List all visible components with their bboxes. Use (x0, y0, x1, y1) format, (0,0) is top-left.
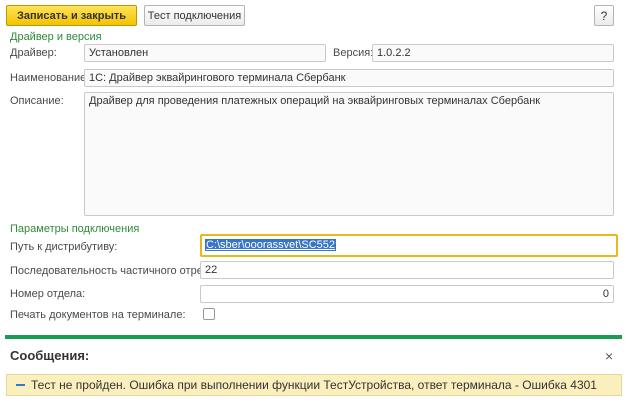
name-label: Наименование: (10, 72, 90, 84)
message-dash-icon (16, 384, 25, 386)
driver-field[interactable]: Установлен (84, 44, 326, 62)
save-and-close-button[interactable]: Записать и закрыть (6, 5, 137, 26)
close-icon[interactable]: × (605, 348, 613, 364)
partial-cut-label: Последовательность частичного отреза: (10, 265, 217, 277)
message-text: Тест не пройден. Ошибка при выполнении ф… (31, 378, 597, 392)
message-item[interactable]: Тест не пройден. Ошибка при выполнении ф… (6, 374, 622, 396)
messages-title: Сообщения: (10, 348, 90, 363)
help-button[interactable]: ? (594, 5, 614, 26)
description-label: Описание: (10, 95, 64, 107)
description-field[interactable]: Драйвер для проведения платежных операци… (84, 92, 614, 216)
partial-cut-input[interactable]: 22 (200, 261, 614, 279)
connection-section-title: Параметры подключения (10, 223, 140, 235)
test-connection-button[interactable]: Тест подключения (144, 5, 245, 26)
driver-section-title: Драйвер и версия (10, 31, 102, 43)
name-field[interactable]: 1С: Драйвер эквайрингового терминала Сбе… (84, 69, 614, 87)
print-on-terminal-checkbox[interactable] (203, 308, 215, 320)
path-input[interactable]: C:\sber\ooorassvet\SC552 (200, 234, 618, 257)
version-label: Версия: (333, 47, 374, 59)
print-on-terminal-label: Печать документов на терминале: (10, 309, 186, 321)
department-label: Номер отдела: (10, 288, 86, 300)
messages-divider (5, 335, 622, 339)
path-selected-text: C:\sber\ooorassvet\SC552 (205, 239, 337, 251)
driver-label: Драйвер: (10, 47, 57, 59)
department-input[interactable]: 0 (200, 285, 614, 303)
path-label: Путь к дистрибутиву: (10, 241, 118, 253)
version-field[interactable]: 1.0.2.2 (372, 44, 614, 62)
